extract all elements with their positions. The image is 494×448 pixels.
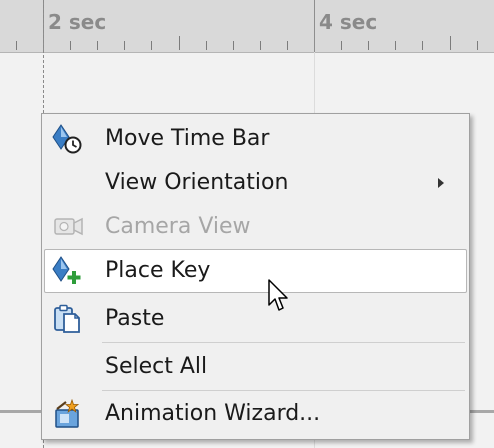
menu-item-label: Move Time Bar <box>105 126 270 151</box>
ruler-minor-tick <box>179 36 180 50</box>
ruler-minor-tick <box>124 41 125 50</box>
submenu-arrow-icon <box>438 178 444 188</box>
menu-item-select-all[interactable]: Select All <box>44 345 467 389</box>
menu-item-label: View Orientation <box>105 170 289 195</box>
menu-item-label: Camera View <box>105 214 251 239</box>
menu-item-label: Paste <box>105 306 165 331</box>
menu-item-label: Animation Wizard... <box>105 401 321 426</box>
ruler-minor-tick <box>260 41 261 50</box>
menu-item-paste[interactable]: Paste <box>44 297 467 341</box>
ruler-minor-tick <box>477 41 478 50</box>
ruler-minor-tick <box>70 41 71 50</box>
menu-separator <box>102 390 465 391</box>
menu-item-place-key[interactable]: Place Key <box>44 249 467 293</box>
menu-item-move-time-bar[interactable]: Move Time Bar <box>44 117 467 161</box>
ruler-label-2sec: 2 sec <box>48 10 107 34</box>
ruler-minor-tick <box>368 41 369 50</box>
menu-separator <box>102 342 465 343</box>
ruler-minor-tick <box>151 41 152 50</box>
context-menu: Move Time Bar View Orientation Camera Vi… <box>41 113 470 440</box>
ruler-minor-tick <box>287 41 288 50</box>
ruler-minor-tick <box>233 41 234 50</box>
mouse-cursor-icon <box>268 279 288 311</box>
ruler-major-tick-4sec <box>314 0 315 52</box>
animation-wizard-icon <box>52 398 84 429</box>
timeline-ruler[interactable]: 2 sec 4 sec <box>0 0 494 53</box>
menu-item-camera-view: Camera View <box>44 205 467 249</box>
camera-icon <box>52 212 84 242</box>
ruler-minor-tick <box>422 41 423 50</box>
ruler-minor-tick <box>97 41 98 50</box>
ruler-minor-tick <box>395 41 396 50</box>
menu-item-animation-wizard[interactable]: Animation Wizard... <box>44 392 467 436</box>
ruler-minor-tick <box>16 41 17 50</box>
menu-item-view-orientation[interactable]: View Orientation <box>44 161 467 205</box>
ruler-minor-tick <box>341 41 342 50</box>
ruler-minor-tick <box>206 41 207 50</box>
ruler-label-4sec: 4 sec <box>319 10 378 34</box>
paste-icon <box>52 304 84 334</box>
ruler-minor-tick <box>450 36 451 50</box>
move-time-bar-icon <box>52 124 84 154</box>
menu-item-label: Select All <box>105 354 208 379</box>
place-key-icon <box>52 256 84 286</box>
menu-item-label: Place Key <box>105 258 211 283</box>
